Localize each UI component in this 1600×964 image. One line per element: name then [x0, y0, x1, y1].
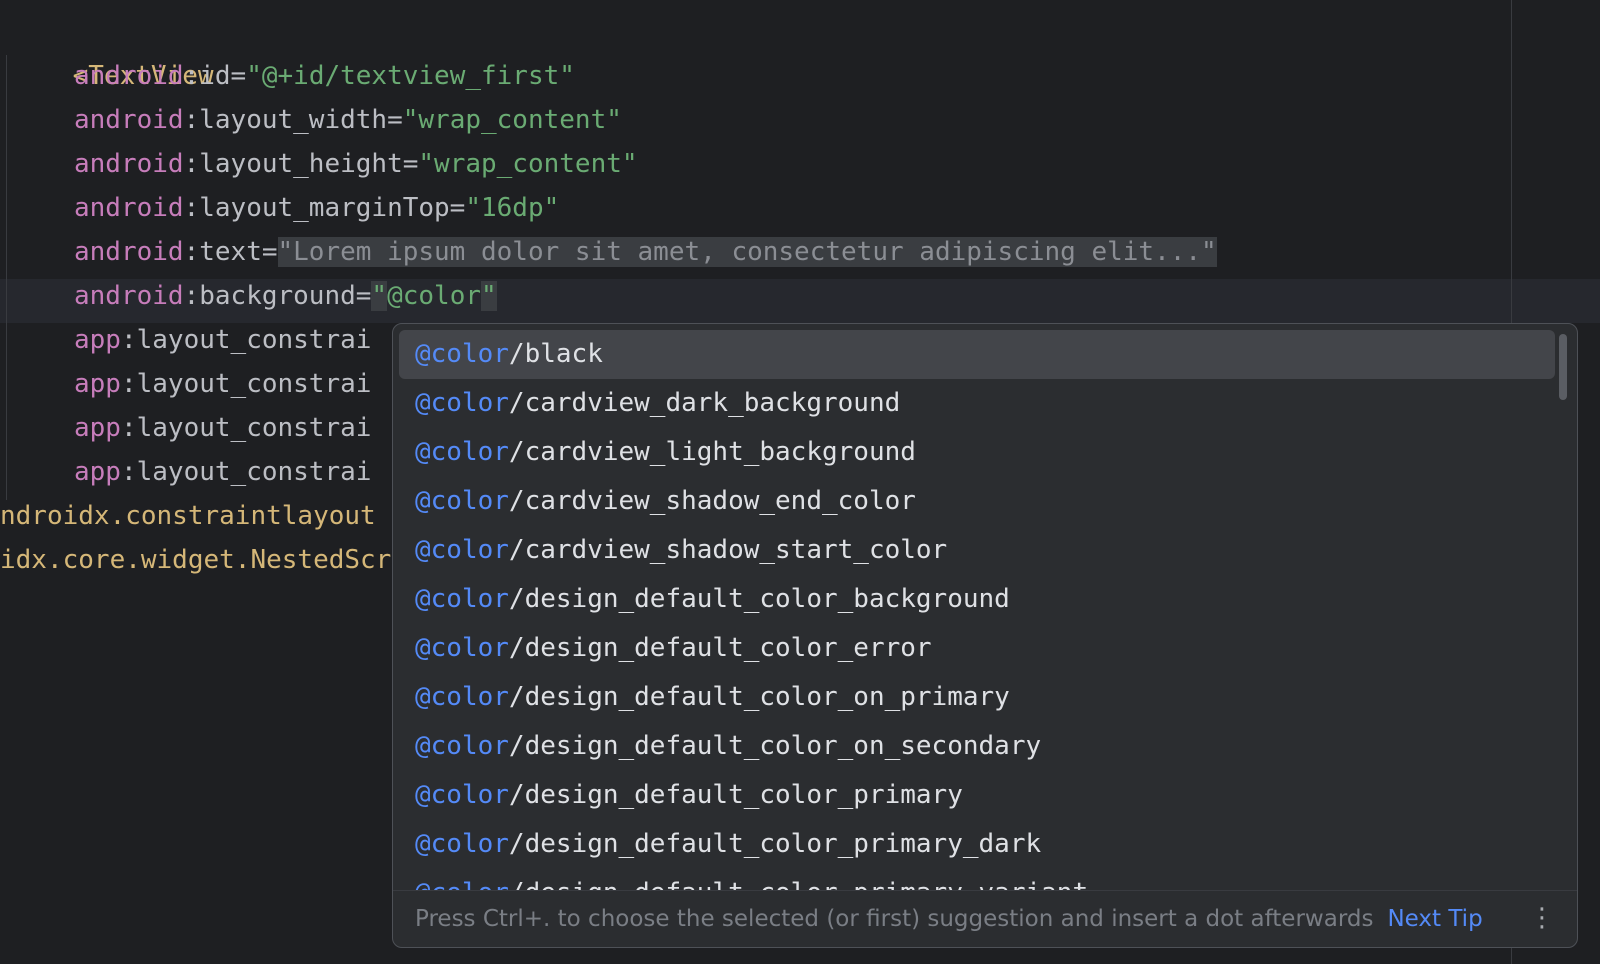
- completion-item-prefix: @color: [415, 486, 509, 516]
- completion-tip-text: Press Ctrl+. to choose the selected (or …: [415, 906, 1374, 932]
- code-line-1[interactable]: <TextView: [10, 10, 214, 91]
- completion-item[interactable]: @color/cardview_dark_background: [399, 379, 1555, 428]
- attr-namespace: android: [74, 193, 184, 223]
- xml-closing-tag: ndroidx.constraintlayout: [0, 501, 376, 531]
- attr-namespace: android: [74, 149, 184, 179]
- completion-item-suffix: /cardview_dark_background: [508, 388, 901, 418]
- attr-value: "@+id/textview_first": [246, 61, 575, 91]
- next-tip-link[interactable]: Next Tip: [1387, 906, 1482, 932]
- attr-name: :text=: [183, 237, 278, 267]
- attr-namespace: app: [74, 457, 121, 487]
- code-line-6[interactable]: android:text="Lorem ipsum dolor sit amet…: [74, 230, 1217, 274]
- attr-namespace: app: [74, 413, 121, 443]
- completion-item[interactable]: @color/black: [399, 330, 1555, 379]
- completion-item-suffix: /cardview_light_background: [508, 437, 916, 467]
- attr-name: :layout_constrai: [120, 369, 372, 399]
- code-line-5[interactable]: android:layout_marginTop="16dp": [74, 186, 559, 230]
- code-line-12[interactable]: ndroidx.constraintlayout: [0, 494, 376, 538]
- completion-item[interactable]: @color/cardview_light_background: [399, 428, 1555, 477]
- attr-namespace: android: [74, 237, 184, 267]
- attr-namespace: android: [74, 105, 184, 135]
- attr-name: :layout_marginTop=: [183, 193, 466, 223]
- attr-name: :layout_height=: [183, 149, 419, 179]
- attr-name: :layout_width=: [183, 105, 403, 135]
- completion-item-prefix: @color: [415, 388, 509, 418]
- completion-item-prefix: @color: [415, 535, 509, 565]
- attr-name: :id=: [183, 61, 247, 91]
- code-line-8[interactable]: app:layout_constrai: [74, 318, 371, 362]
- code-completion-popup[interactable]: @color/black @color/cardview_dark_backgro…: [392, 323, 1578, 948]
- completion-list[interactable]: @color/black @color/cardview_dark_backgro…: [399, 330, 1555, 890]
- completion-item-prefix: @color: [415, 682, 509, 712]
- completion-item-suffix: /black: [508, 339, 603, 369]
- completion-item-prefix: @color: [415, 780, 509, 810]
- attr-namespace: app: [74, 369, 121, 399]
- code-line-2[interactable]: android:id="@+id/textview_first": [74, 54, 575, 98]
- attr-value-typed[interactable]: @color: [387, 281, 481, 311]
- completion-footer: Press Ctrl+. to choose the selected (or …: [393, 890, 1577, 947]
- attr-namespace: app: [74, 325, 121, 355]
- attr-value: "wrap_content": [418, 149, 638, 179]
- completion-item[interactable]: @color/design_default_color_primary_vari…: [399, 869, 1555, 890]
- xml-closing-tag: idx.core.widget.NestedScr: [0, 545, 392, 575]
- completion-item-suffix: /design_default_color_primary_variant: [509, 878, 1088, 890]
- completion-item-suffix: /design_default_color_primary_dark: [508, 829, 1042, 859]
- completion-item-suffix: /design_default_color_background: [508, 584, 1010, 614]
- code-line-3[interactable]: android:layout_width="wrap_content": [74, 98, 622, 142]
- completion-item[interactable]: @color/design_default_color_primary: [399, 771, 1555, 820]
- completion-item[interactable]: @color/cardview_shadow_start_color: [399, 526, 1555, 575]
- code-line-13[interactable]: idx.core.widget.NestedScr: [0, 538, 391, 582]
- completion-item-suffix: /design_default_color_primary: [508, 780, 963, 810]
- code-line-4[interactable]: android:layout_height="wrap_content": [74, 142, 638, 186]
- indent-guide: [6, 55, 7, 500]
- code-line-10[interactable]: app:layout_constrai: [74, 406, 371, 450]
- completion-item-suffix: /design_default_color_on_secondary: [508, 731, 1042, 761]
- vertical-ellipsis-icon[interactable]: ⋮: [1529, 903, 1555, 933]
- attr-namespace: android: [74, 281, 184, 311]
- completion-item-suffix: /design_default_color_on_primary: [508, 682, 1010, 712]
- completion-scrollbar[interactable]: [1559, 334, 1567, 400]
- completion-item-prefix: @color: [415, 878, 509, 890]
- completion-item-prefix: @color: [415, 633, 509, 663]
- attr-name: :layout_constrai: [120, 325, 372, 355]
- completion-item-suffix: /cardview_shadow_start_color: [508, 535, 948, 565]
- attr-value-quote-open: ": [371, 281, 388, 311]
- completion-item[interactable]: @color/design_default_color_background: [399, 575, 1555, 624]
- attr-namespace: android: [74, 61, 184, 91]
- completion-item-prefix: @color: [415, 437, 509, 467]
- attr-value-quote-close: ": [481, 281, 497, 311]
- attr-value: "16dp": [465, 193, 560, 223]
- completion-item-prefix: @color: [415, 584, 509, 614]
- completion-item-suffix: /design_default_color_error: [508, 633, 932, 663]
- completion-item-prefix: @color: [415, 731, 509, 761]
- attr-name: :layout_constrai: [120, 457, 372, 487]
- code-line-7[interactable]: android:background="@color": [74, 274, 497, 318]
- completion-item[interactable]: @color/design_default_color_on_primary: [399, 673, 1555, 722]
- attr-name: :background=: [183, 281, 372, 311]
- folded-text-value[interactable]: "Lorem ipsum dolor sit amet, consectetur…: [277, 237, 1217, 267]
- completion-item-prefix: @color: [415, 339, 509, 369]
- attr-name: :layout_constrai: [120, 413, 372, 443]
- completion-item[interactable]: @color/cardview_shadow_end_color: [399, 477, 1555, 526]
- completion-item[interactable]: @color/design_default_color_error: [399, 624, 1555, 673]
- completion-item-prefix: @color: [415, 829, 509, 859]
- code-line-11[interactable]: app:layout_constrai: [74, 450, 371, 494]
- attr-value: "wrap_content": [402, 105, 622, 135]
- completion-item[interactable]: @color/design_default_color_on_secondary: [399, 722, 1555, 771]
- completion-item-suffix: /cardview_shadow_end_color: [508, 486, 916, 516]
- completion-item[interactable]: @color/design_default_color_primary_dark: [399, 820, 1555, 869]
- code-line-9[interactable]: app:layout_constrai: [74, 362, 371, 406]
